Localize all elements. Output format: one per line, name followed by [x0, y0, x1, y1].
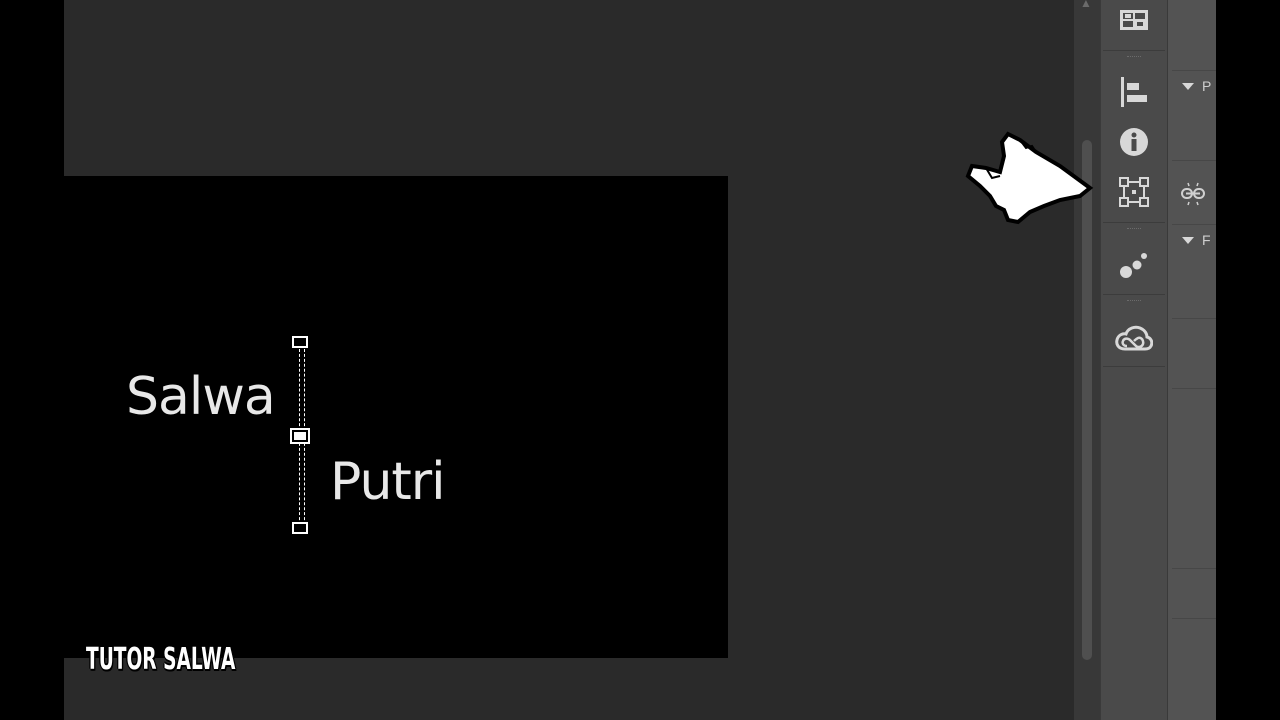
disclosure-triangle-icon: [1182, 82, 1194, 90]
transform-button[interactable]: [1101, 172, 1167, 212]
toolbar-grip[interactable]: [1127, 228, 1141, 231]
toolbar-separator: [1103, 294, 1165, 295]
panel-divider: [1172, 160, 1217, 161]
align-button[interactable]: [1101, 72, 1167, 112]
pointing-hand-cursor-icon: [965, 131, 1094, 225]
panel-section-2-label: F: [1202, 232, 1211, 248]
disclosure-triangle-icon: [1182, 236, 1194, 244]
transform-handle-top[interactable]: [292, 336, 308, 348]
unlink-chain-icon: [1181, 182, 1205, 206]
panel-section-1-label: P: [1202, 78, 1212, 94]
info-button[interactable]: [1101, 122, 1167, 162]
panel-section-toggle-2[interactable]: F: [1182, 232, 1211, 248]
text-layer-salwa[interactable]: Salwa: [126, 371, 276, 423]
cc-libraries-button[interactable]: [1101, 244, 1167, 284]
toolbar-separator: [1103, 366, 1165, 367]
info-icon: [1120, 128, 1148, 156]
panel-divider: [1172, 388, 1217, 389]
document-canvas[interactable]: Salwa Putri: [64, 176, 728, 658]
libraries-icon: [1120, 10, 1148, 30]
transform-handle-middle[interactable]: [290, 428, 310, 444]
transform-handle-bottom[interactable]: [292, 522, 308, 534]
toolbar-grip[interactable]: [1127, 300, 1141, 303]
letterbox-right: [1216, 0, 1280, 720]
selection-bounding-box[interactable]: [290, 336, 314, 536]
toolbar-separator: [1103, 222, 1165, 223]
panel-icon-toolbar: [1100, 0, 1167, 720]
panel-divider: [1172, 224, 1217, 225]
properties-panel: P F: [1167, 0, 1217, 720]
link-button[interactable]: [1180, 180, 1206, 213]
creative-cloud-icon: [1115, 325, 1153, 351]
panel-section-toggle-1[interactable]: P: [1182, 78, 1211, 94]
panel-divider: [1172, 618, 1217, 619]
panel-divider: [1172, 318, 1217, 319]
panel-divider: [1172, 70, 1217, 71]
scroll-up-arrow-icon[interactable]: ▲: [1080, 0, 1092, 10]
toolbar-separator: [1103, 50, 1165, 51]
transform-icon: [1119, 177, 1149, 207]
panel-divider: [1172, 568, 1217, 569]
align-icon: [1121, 77, 1147, 107]
libraries-button[interactable]: [1101, 0, 1167, 40]
text-layer-putri[interactable]: Putri: [330, 456, 446, 508]
creative-cloud-button[interactable]: [1101, 318, 1167, 358]
cc-libraries-dots-icon: [1120, 253, 1147, 278]
vertical-scrollbar[interactable]: ▲: [1074, 0, 1100, 720]
toolbar-grip[interactable]: [1127, 56, 1141, 59]
watermark-text: TUTOR SALWA: [86, 642, 236, 677]
